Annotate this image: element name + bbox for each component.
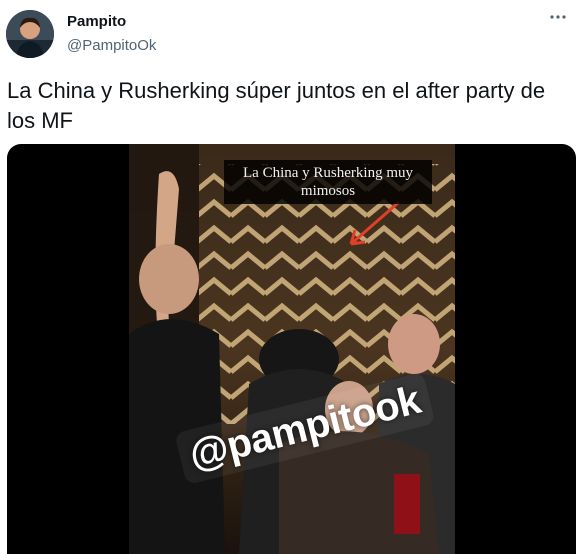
user-avatar-icon bbox=[6, 10, 54, 58]
author-handle[interactable]: @PampitoOk bbox=[67, 37, 156, 54]
avatar[interactable] bbox=[6, 10, 54, 58]
tweet-text: La China y Rusherking súper juntos en el… bbox=[7, 78, 546, 133]
media-video[interactable]: La China y Rusherking muy mimosos @pampi… bbox=[7, 144, 576, 554]
video-caption: La China y Rusherking muy mimosos bbox=[224, 160, 432, 204]
author-name[interactable]: Pampito bbox=[67, 13, 126, 30]
party-scene-image bbox=[129, 144, 455, 554]
more-icon[interactable] bbox=[548, 8, 568, 26]
video-frame[interactable]: La China y Rusherking muy mimosos @pampi… bbox=[129, 144, 455, 554]
